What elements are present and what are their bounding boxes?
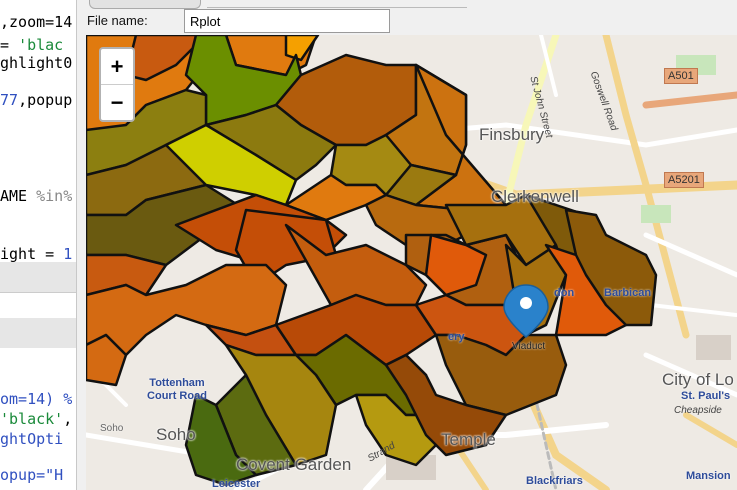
code-line: = 'blac: [0, 36, 64, 54]
editor-panel-band: [0, 262, 76, 292]
code-line: ghtOpti: [0, 430, 64, 448]
window-border: [207, 0, 467, 8]
filename-label: File name:: [87, 13, 148, 28]
map-label-temple: Temple: [441, 430, 496, 449]
map-label-barbican: Barbican: [604, 287, 652, 299]
map-label-tottenham-court-road: Tottenham Court Road: [147, 377, 207, 402]
map-label-mansion: Mansion: [686, 470, 731, 482]
window-tab[interactable]: [89, 0, 201, 9]
choropleth-layer: [86, 35, 658, 487]
map-label-city: City of Lo: [662, 370, 734, 389]
map-label-st-pauls: St. Paul's: [681, 390, 731, 402]
map-label-leicester: Leicester: [212, 478, 261, 490]
code-line: 77,popup: [0, 91, 73, 109]
code-line: 'black',: [0, 410, 73, 428]
code-editor[interactable]: ,zoom=14 = 'blac ghlight0 77,popup AME %…: [0, 0, 76, 490]
code-line: AME %in%: [0, 187, 73, 205]
map-label-finsbury: Finsbury: [479, 125, 545, 144]
map-label-soho-small: Soho: [100, 423, 124, 434]
code-line: om=14) %: [0, 390, 73, 408]
code-line: ight = 1: [0, 245, 73, 263]
road-shield-a501: A501: [664, 68, 698, 84]
zoom-in-button[interactable]: +: [101, 49, 133, 85]
map-label-don: don: [554, 287, 575, 299]
leaflet-map[interactable]: + − Finsbury Clerkenwell City of Lo Temp…: [86, 35, 737, 490]
map-label-ery: ery: [448, 331, 465, 343]
editor-panel-band: [0, 318, 76, 348]
map-label-covent-garden: Covent Garden: [236, 455, 352, 474]
zoom-control: + −: [99, 47, 135, 122]
zoom-out-button[interactable]: −: [101, 85, 133, 120]
region-polygon: [284, 35, 320, 62]
map-label-blackfriars: Blackfriars: [526, 475, 583, 487]
editor-divider: [0, 292, 76, 293]
code-line: ,zoom=14: [0, 13, 73, 31]
code-line: opup="H: [0, 466, 64, 484]
map-label-cheapside: Cheapside: [674, 405, 722, 416]
filename-input[interactable]: [184, 9, 390, 33]
code-line: ghlight0: [0, 54, 73, 72]
map-canvas: [86, 35, 737, 490]
map-label-soho: Soho: [156, 425, 196, 444]
map-label-viaduct: Viaduct: [512, 341, 546, 352]
map-label-clerkenwell: Clerkenwell: [491, 187, 579, 206]
road-shield-a5201: A5201: [664, 172, 704, 188]
